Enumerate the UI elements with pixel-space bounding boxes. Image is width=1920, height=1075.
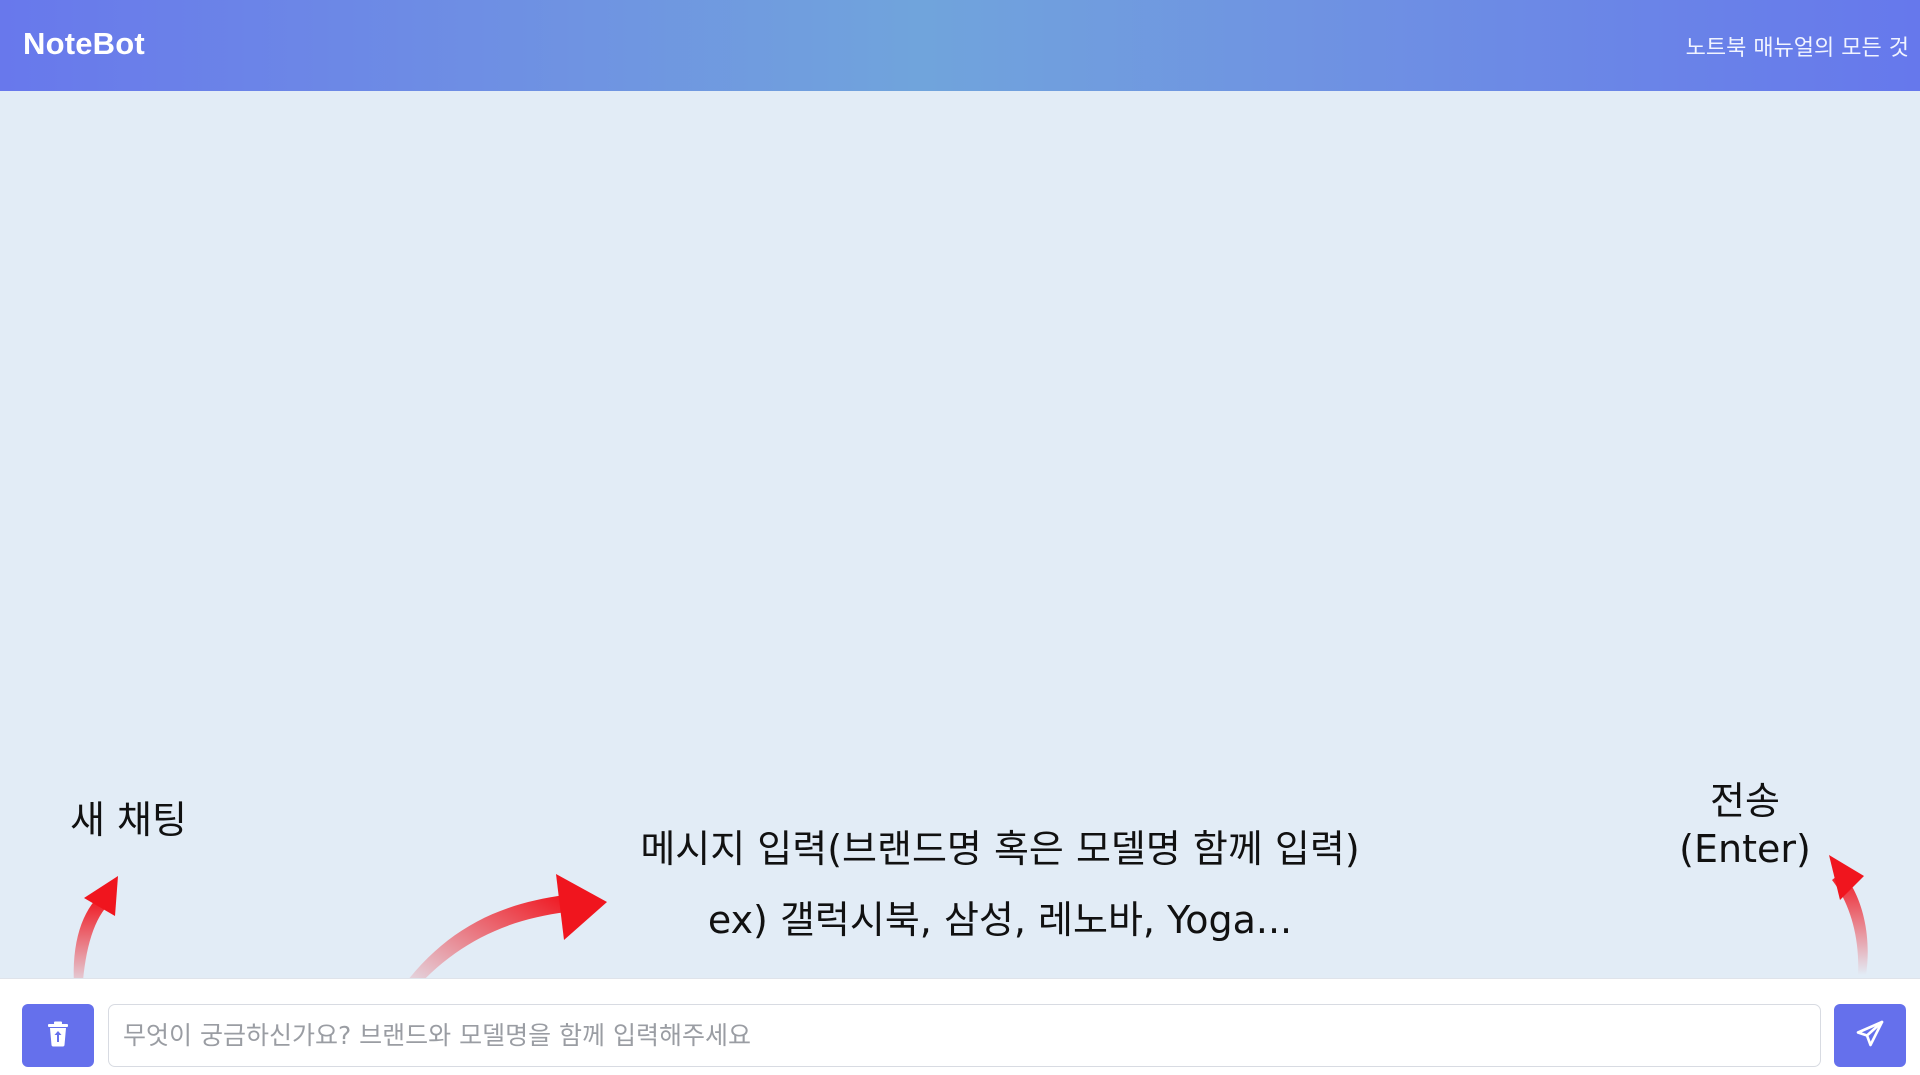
trash-icon [46, 1021, 70, 1050]
header-tagline: 노트북 매뉴얼의 모든 것 [1685, 36, 1909, 61]
annotation-message-line2: ex) 갤럭시북, 삼성, 레노바, Yoga... [707, 898, 1293, 942]
app-logo-text: NoteBot [23, 26, 145, 61]
annotation-send-line2: (Enter) [1679, 826, 1811, 871]
annotation-send-line1: 전송 [1710, 779, 1780, 823]
paper-plane-icon [1856, 1020, 1884, 1051]
new-chat-button[interactable] [22, 1004, 94, 1067]
send-button[interactable] [1834, 1004, 1906, 1067]
annotation-send: 전송 (Enter) [1660, 778, 1830, 873]
message-input[interactable] [108, 1004, 1821, 1067]
app-header: NoteBot 노트북 매뉴얼의 모든 것 [0, 0, 1920, 91]
annotation-new-chat: 새 채팅 [70, 798, 187, 842]
annotation-message-line1: 메시지 입력(브랜드명 혹은 모델명 함께 입력) [640, 827, 1360, 871]
